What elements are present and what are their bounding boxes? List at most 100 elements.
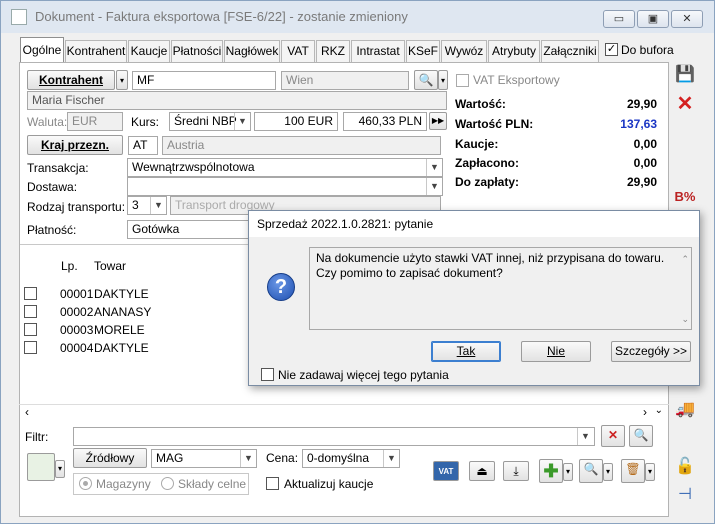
row-checkbox[interactable] [24, 305, 37, 318]
kontrahent-menu-arrow[interactable]: ▾ [116, 70, 128, 90]
close-button[interactable]: ✕ [671, 10, 703, 28]
tab-intrastat[interactable]: Intrastat [351, 40, 405, 62]
import-icon[interactable]: ⤓ [503, 461, 529, 481]
clear-filter-icon[interactable]: ✕ [601, 425, 625, 447]
warehouse-value: MAG [156, 451, 184, 465]
chevron-down-icon[interactable]: ▼ [150, 197, 166, 214]
dont-ask-checkbox[interactable] [261, 368, 274, 381]
rate-base-input[interactable]: 100 EUR [254, 112, 338, 131]
col-header-lp[interactable]: Lp. [61, 259, 78, 273]
transport-label: Rodzaj transportu: [27, 200, 126, 214]
magazyny-radio[interactable] [79, 477, 92, 490]
rate-next-icon[interactable]: ▶▶ [429, 112, 447, 130]
transakcja-value: Wewnątrzwspólnotowa [132, 160, 255, 174]
chevron-down-icon[interactable]: ▼ [240, 450, 256, 467]
yes-button[interactable]: Tak [431, 341, 501, 362]
summary-value: 0,00 [633, 156, 657, 170]
details-button[interactable]: Szczegóły >> [611, 341, 691, 362]
chevron-down-icon[interactable]: ▼ [234, 113, 250, 130]
row-checkbox[interactable] [24, 341, 37, 354]
filter-search-icon[interactable]: 🔍 [629, 425, 653, 447]
vat-icon[interactable]: VAT [433, 461, 459, 481]
transakcja-label: Transakcja: [27, 161, 89, 175]
kraj-code-input[interactable]: AT [128, 136, 158, 155]
tab-wywoz[interactable]: Wywóz [441, 40, 487, 62]
delivery-truck-icon[interactable]: 🚚 [673, 399, 697, 421]
percent-icon[interactable]: B% [673, 186, 697, 208]
row-checkbox[interactable] [24, 323, 37, 336]
summary-label: Wartość PLN: [455, 117, 534, 131]
question-icon: ? [267, 273, 295, 301]
kontrahent-code-input[interactable]: MF [132, 71, 276, 90]
no-label: Nie [546, 344, 565, 358]
tab-kontrahent[interactable]: Kontrahent [65, 40, 127, 62]
horizontal-scrollbar[interactable]: ‹ › ⌄ [19, 404, 669, 421]
col-header-towar[interactable]: Towar [94, 259, 126, 273]
zrodlowy-button[interactable]: Źródłowy [73, 448, 147, 468]
tab-zalaczniki[interactable]: Załączniki [541, 40, 599, 62]
vat-export-label: VAT Eksportowy [473, 73, 560, 87]
tab-atrybuty[interactable]: Atrybuty [488, 40, 540, 62]
aktualizuj-checkbox[interactable] [266, 477, 279, 490]
rate-base-value: 100 EUR [284, 114, 333, 128]
warehouse-icon[interactable] [27, 453, 55, 481]
no-button[interactable]: Nie [521, 341, 591, 362]
minimize-button[interactable]: ▭ [603, 10, 635, 28]
aktualizuj-label: Aktualizuj kaucje [284, 477, 374, 491]
platnosc-select[interactable]: Gotówka [127, 220, 249, 239]
chevron-down-icon[interactable]: ▼ [383, 450, 399, 467]
maximize-button[interactable]: ▣ [637, 10, 669, 28]
kurs-type-value: Średni NBP [174, 114, 237, 128]
chevron-down-icon[interactable]: ▼ [577, 428, 593, 445]
filter-input[interactable] [73, 427, 595, 446]
tab-kaucje[interactable]: Kaucje [128, 40, 170, 62]
chevron-down-icon[interactable]: ▼ [426, 178, 442, 195]
search-icon[interactable]: 🔍 [414, 70, 438, 90]
filter-label: Filtr: [25, 430, 49, 444]
cancel-icon[interactable]: ✕ [673, 93, 697, 115]
export-icon[interactable]: ⏏ [469, 461, 495, 481]
save-icon[interactable]: 💾 [673, 64, 697, 86]
row-lp: 00001 [60, 287, 94, 301]
lock-icon[interactable]: 🔓 [673, 456, 697, 478]
tab-vat[interactable]: VAT [281, 40, 315, 62]
row-checkbox[interactable] [24, 287, 37, 300]
summary-label: Wartość: [455, 97, 506, 111]
add-menu-arrow[interactable]: ▾ [563, 463, 573, 481]
kraj-name-field: Austria [162, 136, 441, 155]
summary-value: 137,63 [620, 117, 657, 131]
tab-rkz[interactable]: RKZ [316, 40, 350, 62]
tab-ogolne[interactable]: Ogólne [20, 37, 64, 63]
delete-menu-arrow[interactable]: ▾ [645, 463, 655, 481]
sklady-celne-radio[interactable] [161, 477, 174, 490]
preview-icon[interactable]: 🔍 [579, 459, 603, 483]
cena-label: Cena: [266, 451, 299, 465]
kontrahent-label: Kontrahent [39, 73, 103, 87]
do-bufora-checkbox[interactable]: ✓ [605, 43, 618, 56]
preview-menu-arrow[interactable]: ▾ [603, 463, 613, 481]
tab-naglowek[interactable]: Nagłówek [224, 40, 280, 62]
scroll-up-icon[interactable]: ⌃ [681, 252, 689, 267]
transport-code-value: 3 [132, 198, 139, 212]
scroll-down-icon[interactable]: ⌄ [681, 312, 689, 327]
vat-export-checkbox[interactable] [456, 74, 469, 87]
document-icon [11, 9, 27, 25]
transakcja-select[interactable]: Wewnątrzwspólnotowa [127, 158, 443, 177]
row-towar: DAKTYLE [94, 341, 149, 355]
chevron-down-icon[interactable]: ▼ [426, 159, 442, 176]
rate-value-input[interactable]: 460,33 PLN [343, 112, 427, 131]
waluta-value: EUR [72, 114, 98, 128]
delete-icon[interactable]: 🗑 [621, 459, 645, 483]
waluta-label: Waluta: [27, 115, 68, 129]
waluta-select[interactable]: EUR [67, 112, 123, 131]
tab-ksef[interactable]: KSeF [406, 40, 440, 62]
kontrahent-button[interactable]: Kontrahent [27, 70, 115, 90]
warehouse-menu-arrow[interactable]: ▾ [55, 460, 65, 478]
search-menu-arrow[interactable]: ▾ [438, 70, 448, 90]
tab-platnosci[interactable]: Płatności [171, 40, 223, 62]
add-icon[interactable]: ✚ [539, 459, 563, 483]
pin-icon[interactable]: ⊣ [673, 484, 697, 506]
kraj-button[interactable]: Kraj przezn. [27, 135, 123, 155]
dostawa-select[interactable] [127, 177, 443, 196]
dialog-title: Sprzedaż 2022.1.0.2821: pytanie [249, 211, 699, 237]
